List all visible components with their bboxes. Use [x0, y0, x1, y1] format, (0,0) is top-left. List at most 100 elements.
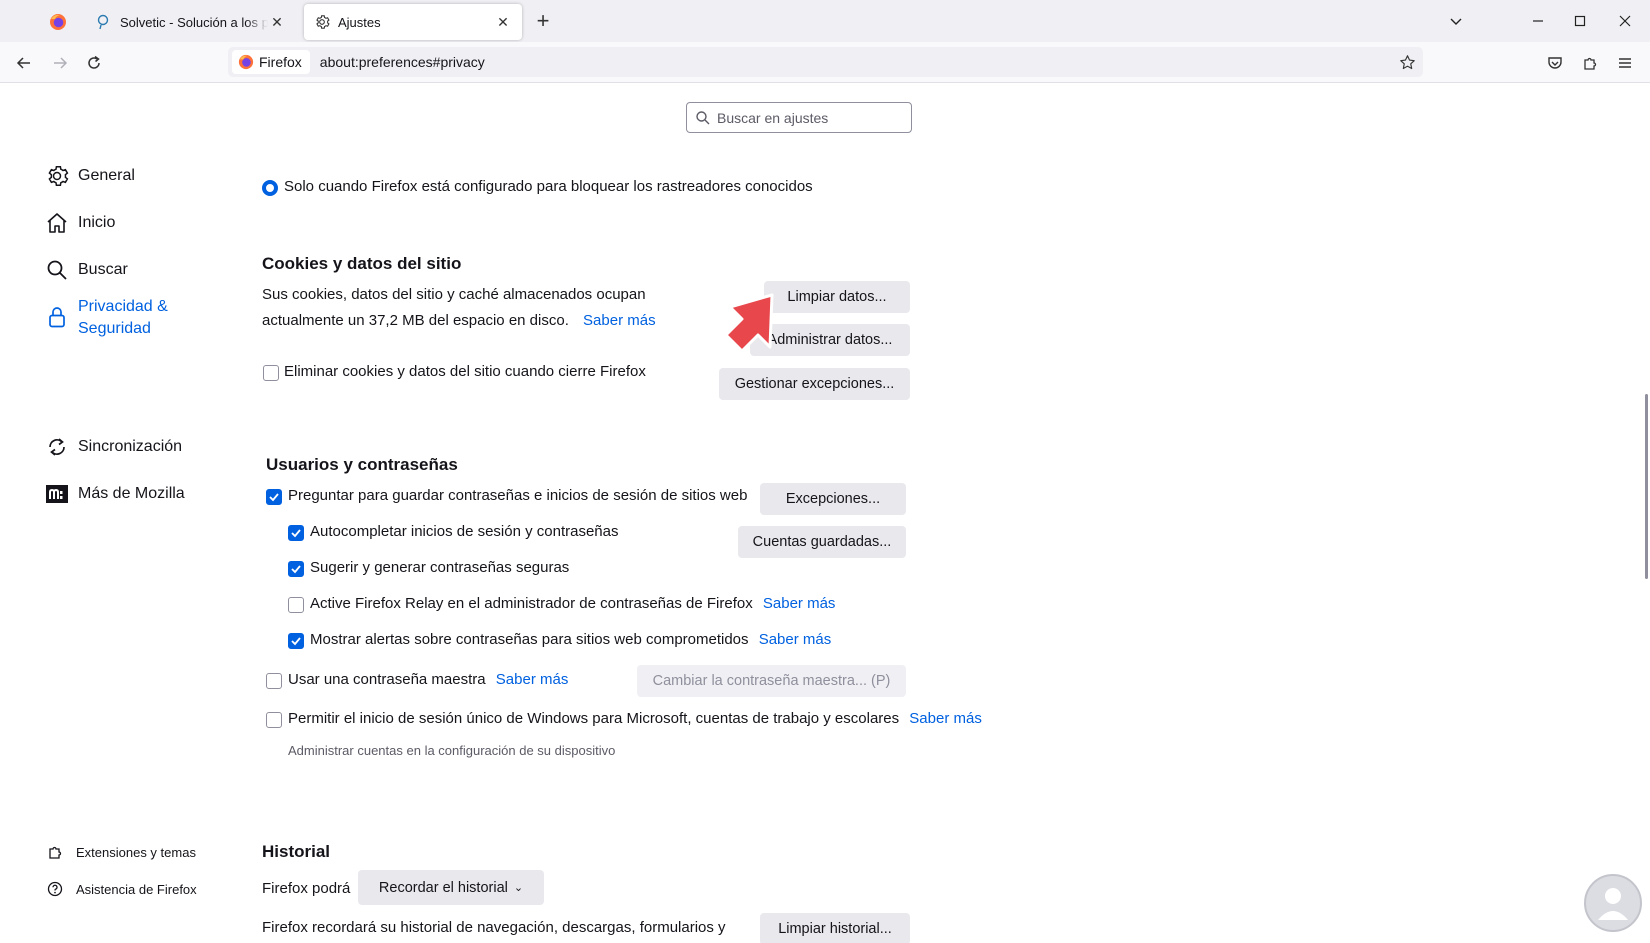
maximize-button[interactable] — [1566, 8, 1594, 34]
sidebar-item-label: Más de Mozilla — [78, 485, 185, 502]
manage-exceptions-button[interactable]: Gestionar excepciones... — [719, 368, 910, 400]
close-icon[interactable]: ✕ — [494, 13, 512, 31]
bookmark-star-icon[interactable] — [1397, 52, 1417, 72]
reload-icon — [88, 55, 100, 69]
url-bar[interactable]: Firefox about:preferences#privacy — [228, 47, 1423, 77]
identity-label: Firefox — [259, 54, 302, 70]
history-heading: Historial — [262, 842, 331, 861]
extensions-button[interactable] — [1578, 51, 1602, 75]
sync-icon — [44, 434, 70, 460]
relay-checkbox[interactable] — [288, 597, 304, 613]
breach-alerts-text: Mostrar alertas sobre contraseñas para s… — [310, 631, 749, 648]
breach-alerts-checkbox[interactable] — [288, 633, 304, 649]
puzzle-icon — [46, 843, 64, 861]
reload-button[interactable] — [81, 50, 107, 76]
learn-more-link[interactable]: Saber más — [759, 631, 832, 648]
solvetic-logo-icon — [1584, 874, 1642, 932]
autofill-checkbox[interactable] — [288, 525, 304, 541]
cookies-size-text: actualmente un 37,2 MB del espacio en di… — [262, 312, 569, 329]
ask-save-label: Preguntar para guardar contraseñas e ini… — [288, 487, 748, 504]
clear-history-button[interactable]: Limpiar historial... — [760, 913, 910, 943]
sidebar-item-privacy[interactable]: Privacidad & Seguridad — [44, 294, 188, 340]
primary-password-checkbox[interactable] — [266, 673, 282, 689]
learn-more-link[interactable]: Saber más — [496, 671, 569, 688]
mozilla-m-icon — [44, 481, 70, 507]
new-tab-button[interactable]: + — [532, 8, 554, 33]
cookies-desc: Sus cookies, datos del sitio y caché alm… — [262, 286, 646, 303]
forward-button[interactable] — [47, 50, 73, 76]
sidebar-item-mozilla[interactable]: Más de Mozilla — [44, 481, 185, 507]
lock-icon — [44, 304, 70, 330]
learn-more-link[interactable]: Saber más — [763, 595, 836, 612]
check-icon — [291, 529, 301, 538]
primary-password-text: Usar una contraseña maestra — [288, 671, 486, 688]
history-description: Firefox recordará su historial de navega… — [262, 919, 726, 936]
firefox-icon — [50, 14, 66, 30]
arrow-left-icon — [16, 57, 30, 69]
history-mode-select[interactable]: Recordar el historial ⌄ — [358, 870, 544, 905]
learn-more-link[interactable]: Saber más — [909, 710, 982, 727]
tab-strip: Solvetic - Solución a los problem ✕ Ajus… — [0, 0, 1650, 42]
tracking-radio-label: Solo cuando Firefox está configurado par… — [284, 178, 813, 195]
firefox-view-button[interactable] — [40, 6, 76, 38]
help-icon — [46, 880, 64, 898]
chevron-down-icon: ⌄ — [513, 882, 524, 894]
minimize-icon — [1533, 20, 1543, 22]
minimize-button[interactable] — [1524, 8, 1552, 34]
url-text[interactable]: about:preferences#privacy — [320, 54, 485, 70]
sidebar-footer-label: Extensiones y temas — [76, 844, 196, 860]
learn-more-link[interactable]: Saber más — [583, 312, 656, 329]
windows-sso-label: Permitir el inicio de sesión único de Wi… — [288, 710, 982, 727]
autofill-label: Autocompletar inicios de sesión y contra… — [310, 523, 619, 540]
history-mode-value: Recordar el historial — [378, 879, 508, 896]
search-icon — [44, 257, 70, 283]
windows-sso-text: Permitir el inicio de sesión único de Wi… — [288, 710, 900, 727]
page-scrollbar[interactable] — [1642, 84, 1650, 943]
saved-logins-button[interactable]: Cuentas guardadas... — [738, 526, 906, 558]
tab-label: Solvetic - Solución a los problem — [120, 14, 268, 30]
close-icon[interactable]: ✕ — [268, 13, 286, 31]
relay-text: Active Firefox Relay en el administrador… — [310, 595, 753, 612]
identity-box[interactable]: Firefox — [232, 50, 310, 74]
window-close-button[interactable] — [1611, 8, 1639, 34]
navigation-toolbar: Firefox about:preferences#privacy — [0, 42, 1650, 83]
search-icon — [695, 110, 711, 126]
gear-icon — [314, 14, 330, 30]
maximize-icon — [1574, 15, 1586, 27]
tab-ajustes[interactable]: Ajustes ✕ — [304, 4, 522, 40]
logins-exceptions-button[interactable]: Excepciones... — [760, 483, 906, 515]
sidebar-footer-addons[interactable]: Extensiones y temas — [46, 843, 196, 861]
change-primary-password-button[interactable]: Cambiar la contraseña maestra... (P) — [637, 665, 906, 697]
puzzle-icon — [1584, 57, 1597, 70]
search-placeholder: Buscar en ajustes — [717, 109, 829, 126]
sidebar-footer-support[interactable]: Asistencia de Firefox — [46, 880, 197, 898]
app-menu-button[interactable] — [1613, 51, 1637, 75]
delete-on-close-label: Eliminar cookies y datos del sitio cuand… — [284, 363, 646, 380]
delete-on-close-checkbox[interactable] — [263, 365, 279, 381]
search-input[interactable]: Buscar en ajustes — [686, 102, 912, 133]
sidebar-item-general[interactable]: General — [44, 163, 135, 189]
sidebar-item-label: General — [78, 167, 135, 184]
sidebar-item-inicio[interactable]: Inicio — [44, 210, 115, 236]
windows-sso-checkbox[interactable] — [266, 712, 282, 728]
check-icon — [269, 493, 279, 502]
pocket-button[interactable] — [1543, 51, 1567, 75]
close-icon — [1619, 15, 1631, 27]
back-button[interactable] — [11, 50, 37, 76]
suggest-passwords-checkbox[interactable] — [288, 561, 304, 577]
sidebar-footer-label: Asistencia de Firefox — [76, 881, 197, 897]
tracking-radio[interactable] — [262, 180, 278, 196]
relay-label: Active Firefox Relay en el administrador… — [310, 595, 835, 612]
gear-icon — [44, 163, 70, 189]
sidebar-item-label: Privacidad & Seguridad — [78, 298, 168, 337]
sidebar-item-buscar[interactable]: Buscar — [44, 257, 128, 283]
list-all-tabs-button[interactable] — [1442, 8, 1470, 34]
sidebar-item-label: Sincronización — [78, 438, 183, 455]
check-icon — [291, 637, 301, 646]
ask-save-checkbox[interactable] — [266, 489, 282, 505]
tab-solvetic[interactable]: Solvetic - Solución a los problem ✕ — [86, 4, 296, 40]
sidebar-item-sync[interactable]: Sincronización — [44, 434, 182, 460]
pocket-icon — [1548, 57, 1562, 69]
scroll-thumb[interactable] — [1645, 394, 1648, 579]
sidebar-item-label: Inicio — [78, 214, 116, 231]
